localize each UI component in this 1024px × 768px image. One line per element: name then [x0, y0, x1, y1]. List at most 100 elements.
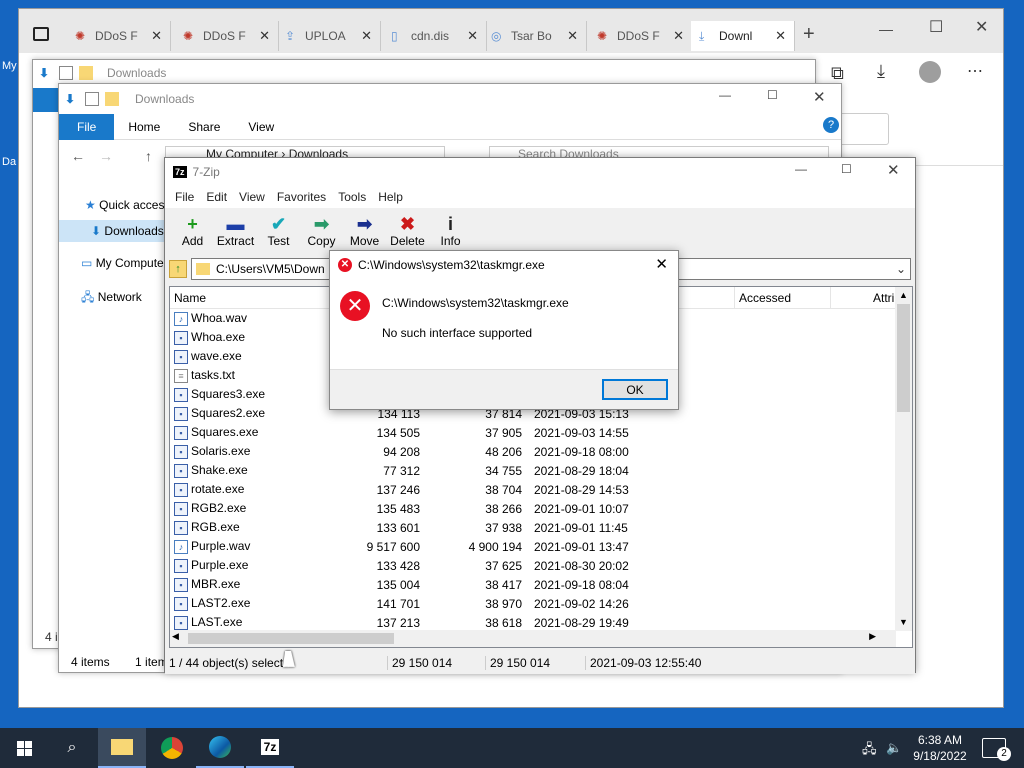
delete-button[interactable]: ✖ Delete — [386, 208, 429, 248]
scrollbar-thumb[interactable] — [897, 304, 910, 412]
tab-item[interactable]: ⇪ UPLOA ✕ — [277, 21, 381, 51]
tab-item[interactable]: ✺ DDoS F ✕ — [67, 21, 171, 51]
menu-file[interactable]: File — [169, 190, 200, 204]
new-tab-button[interactable]: + — [803, 23, 815, 46]
maximize-icon[interactable]: ☐ — [841, 162, 852, 176]
exe-file-icon: ▪ — [174, 444, 188, 459]
file-row[interactable]: ▪ Squares.exe 134 505 37 905 2021-09-03 14:5… — [170, 423, 912, 442]
tab-close-icon[interactable]: ✕ — [673, 28, 684, 44]
chevron-down-icon[interactable]: ⌄ — [896, 262, 906, 276]
nav-item-downloads[interactable]: ⬇ Downloads — [59, 220, 165, 242]
scrollbar-thumb[interactable] — [188, 633, 394, 644]
notification-center-button[interactable]: 2 — [982, 738, 1011, 761]
network-tray-icon[interactable]: 🖧 — [862, 740, 877, 762]
minimize-icon[interactable]: — — [795, 162, 807, 176]
ribbon-tab-view[interactable]: View — [234, 120, 288, 134]
clock-time[interactable]: 6:38 AM — [916, 733, 964, 747]
page-search-box[interactable] — [839, 113, 889, 145]
desktop-icon-label[interactable]: Da — [2, 156, 16, 168]
scroll-left-icon[interactable]: ◀ — [172, 631, 179, 642]
tab-close-icon[interactable]: ✕ — [467, 28, 478, 44]
minimize-icon[interactable]: — — [719, 88, 731, 102]
scroll-right-icon[interactable]: ▶ — [869, 631, 876, 642]
file-row[interactable]: ▪ RGB.exe 133 601 37 938 2021-09-01 11:45 — [170, 518, 912, 537]
tab-label: cdn.dis — [411, 29, 450, 43]
nav-item-my-computer[interactable]: ▭ My Computer — [81, 256, 165, 270]
tab-close-icon[interactable]: ✕ — [259, 28, 270, 44]
file-row[interactable]: ▪ Purple.exe 133 428 37 625 2021-08-30 20:02 — [170, 556, 912, 575]
menu-help[interactable]: Help — [372, 190, 409, 204]
forward-icon[interactable]: → — [99, 148, 113, 164]
ribbon-tab-share[interactable]: Share — [174, 120, 234, 134]
search-button[interactable]: ⌕ — [48, 728, 96, 768]
tab-item[interactable]: ⤓ Downl ✕ — [691, 21, 795, 51]
nav-item-network[interactable]: 🖧 Network — [81, 288, 142, 309]
close-icon[interactable]: ✕ — [813, 88, 826, 106]
copy-button[interactable]: ➡ Copy — [300, 208, 343, 248]
scroll-up-icon[interactable]: ▲ — [895, 287, 912, 304]
menu-view[interactable]: View — [233, 190, 271, 204]
taskbar-7zip[interactable]: 7z — [246, 728, 294, 768]
menu-edit[interactable]: Edit — [200, 190, 233, 204]
help-icon[interactable]: ? — [823, 117, 839, 133]
close-icon[interactable]: ✕ — [975, 17, 988, 37]
extract-button[interactable]: ▬ Extract — [214, 208, 257, 248]
file-row[interactable]: ▪ MBR.exe 135 004 38 417 2021-09-18 08:04 — [170, 575, 912, 594]
back-icon[interactable]: ← — [71, 148, 85, 164]
tab-close-icon[interactable]: ✕ — [151, 28, 162, 44]
file-row[interactable]: ▪ rotate.exe 137 246 38 704 2021-08-29 14:53 — [170, 480, 912, 499]
add-button[interactable]: + Add — [171, 208, 214, 248]
file-size: 141 701 — [376, 597, 420, 611]
file-row[interactable]: ▪ Shake.exe 77 312 34 755 2021-08-29 18:04 — [170, 461, 912, 480]
downloads-icon[interactable]: ⤓ — [877, 61, 885, 82]
tab-actions-icon[interactable] — [33, 27, 49, 41]
maximize-icon[interactable]: ☐ — [767, 88, 778, 102]
scroll-down-icon[interactable]: ▼ — [895, 614, 912, 631]
file-packed-size: 37 938 — [485, 521, 522, 535]
info-button[interactable]: i Info — [429, 208, 472, 248]
menu-favorites[interactable]: Favorites — [271, 190, 332, 204]
column-header-name[interactable]: Name — [174, 291, 206, 305]
column-header-attrib[interactable]: Attrib — [830, 287, 898, 309]
tab-item[interactable]: ✺ DDoS F ✕ — [589, 21, 693, 51]
menu-tools[interactable]: Tools — [332, 190, 372, 204]
collections-icon[interactable]: ⧉ — [831, 63, 844, 84]
taskbar-chrome[interactable] — [148, 728, 196, 768]
close-icon[interactable]: ✕ — [887, 161, 900, 179]
vertical-scrollbar[interactable]: ▲ ▼ — [895, 287, 912, 631]
file-row[interactable]: ▪ LAST2.exe 141 701 38 970 2021-09-02 14:26 — [170, 594, 912, 613]
ok-button[interactable]: OK — [602, 379, 668, 400]
up-icon[interactable]: ↑ — [145, 148, 152, 164]
horizontal-scrollbar[interactable]: ◀ ▶ — [170, 630, 896, 647]
parent-folder-icon[interactable]: ↑ — [169, 260, 187, 278]
desktop-icon-label[interactable]: My — [2, 60, 17, 72]
tab-close-icon[interactable]: ✕ — [361, 28, 372, 44]
close-icon[interactable]: ✕ — [655, 255, 668, 273]
nav-item-quick-access[interactable]: ★ Quick access — [85, 198, 165, 212]
minimize-icon[interactable]: — — [879, 21, 893, 37]
test-button[interactable]: ✔ Test — [257, 208, 300, 248]
tab-close-icon[interactable]: ✕ — [567, 28, 578, 44]
extract-icon: ▬ — [226, 214, 245, 234]
tab-close-icon[interactable]: ✕ — [775, 28, 786, 44]
tab-item[interactable]: ✺ DDoS F ✕ — [175, 21, 279, 51]
file-row[interactable]: ▪ RGB2.exe 135 483 38 266 2021-09-01 10:07 — [170, 499, 912, 518]
ribbon-tab-home[interactable]: Home — [114, 120, 174, 134]
properties-icon[interactable] — [59, 66, 73, 80]
start-button[interactable] — [0, 728, 48, 768]
move-button[interactable]: ➡ Move — [343, 208, 386, 248]
maximize-icon[interactable]: ☐ — [929, 17, 943, 37]
properties-icon[interactable] — [85, 92, 99, 106]
volume-tray-icon[interactable]: 🔈 — [886, 740, 902, 756]
clock-date[interactable]: 9/18/2022 — [910, 749, 970, 763]
taskbar-edge[interactable] — [196, 728, 244, 768]
more-icon[interactable]: ⋯ — [967, 61, 983, 81]
profile-avatar[interactable] — [919, 61, 941, 83]
ribbon-tab-file[interactable]: File — [59, 113, 115, 140]
tab-item[interactable]: ▯ cdn.dis ✕ — [383, 21, 487, 51]
file-row[interactable]: ♪ Purple.wav 9 517 600 4 900 194 2021-09-01 … — [170, 537, 912, 556]
tab-item[interactable]: ◎ Tsar Bo ✕ — [483, 21, 587, 51]
file-row[interactable]: ▪ Solaris.exe 94 208 48 206 2021-09-18 08:00 — [170, 442, 912, 461]
column-header-accessed[interactable]: Accessed — [734, 287, 830, 309]
taskbar-file-explorer[interactable] — [98, 728, 146, 768]
